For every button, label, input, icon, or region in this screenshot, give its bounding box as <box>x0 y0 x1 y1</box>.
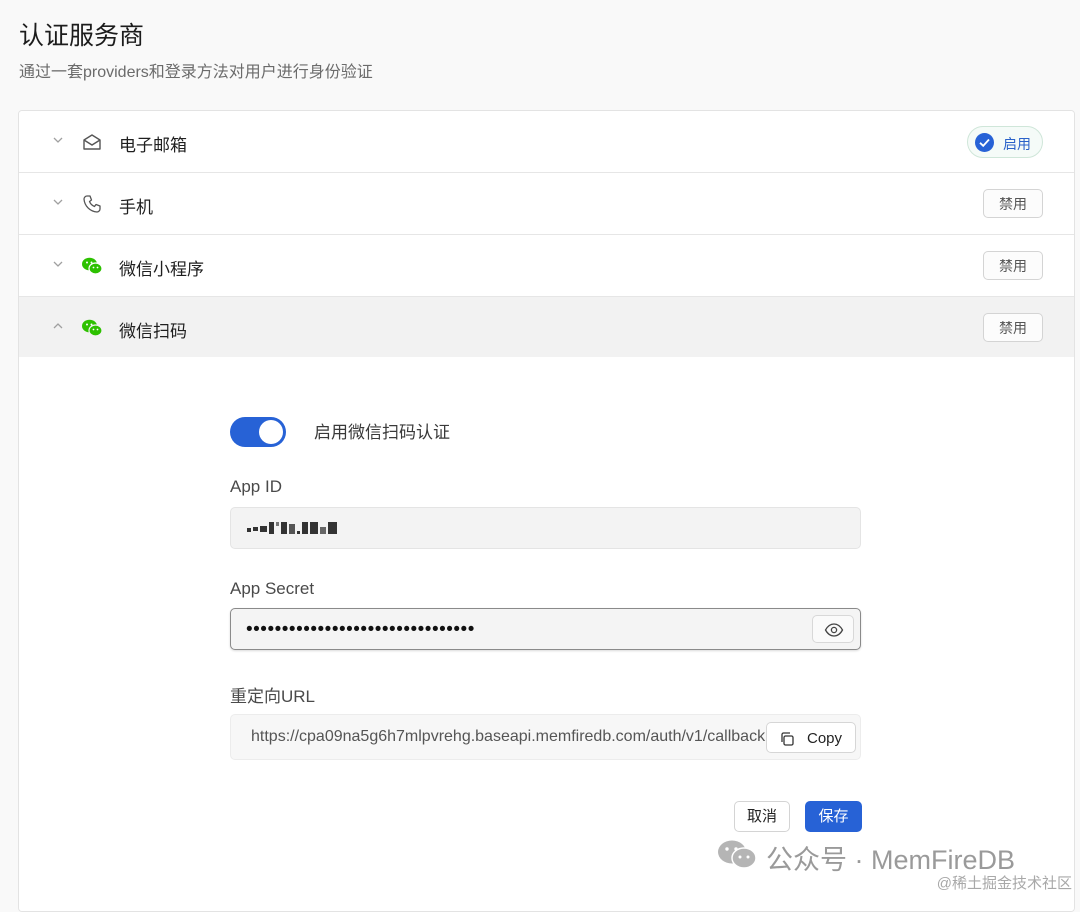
app-id-input[interactable] <box>230 507 861 549</box>
chevron-up-icon <box>53 323 63 329</box>
page-title: 认证服务商 <box>19 22 145 50</box>
toggle-knob <box>259 420 283 444</box>
cancel-button[interactable]: 取消 <box>734 801 790 832</box>
provider-row-wechat-miniprogram[interactable]: 微信小程序 禁用 <box>19 235 1074 297</box>
provider-label: 电子邮箱 <box>119 136 187 155</box>
chevron-down-icon <box>53 137 63 143</box>
provider-label: 微信扫码 <box>119 322 187 341</box>
watermark-sub: @稀土掘金技术社区 <box>936 875 1072 892</box>
redirect-url-label: 重定向URL <box>230 687 316 706</box>
app-secret-input[interactable]: •••••••••••••••••••••••••••••••• <box>230 608 861 650</box>
provider-label: 微信小程序 <box>119 260 204 279</box>
copy-button-label: Copy <box>807 730 843 747</box>
app-secret-label: App Secret <box>230 579 315 598</box>
provider-label: 手机 <box>119 198 153 217</box>
chevron-down-icon <box>53 199 63 205</box>
app-secret-value: •••••••••••••••••••••••••••••••• <box>246 619 475 640</box>
toggle-label: 启用微信扫码认证 <box>314 423 450 442</box>
providers-panel: 电子邮箱 启用 手机 禁用 微信小程序 禁用 微信扫码 禁用 启用微信扫码认证 … <box>18 110 1075 912</box>
wechat-icon <box>82 257 103 275</box>
wechat-icon <box>82 319 103 337</box>
wechat-watermark-icon <box>718 840 757 869</box>
provider-row-email[interactable]: 电子邮箱 启用 <box>19 111 1074 173</box>
status-badge-disabled: 禁用 <box>983 189 1043 218</box>
check-circle-icon <box>975 133 994 152</box>
phone-icon <box>83 195 101 213</box>
wechat-scan-settings: 启用微信扫码认证 App ID App Secret •••••••••••••… <box>19 357 1074 911</box>
redirect-url-value: https://cpa09na5g6h7mlpvrehg.baseapi.mem… <box>251 728 766 745</box>
status-badge-label: 启用 <box>1003 136 1031 152</box>
app-id-redacted-value <box>247 522 337 536</box>
copy-icon <box>781 732 794 746</box>
chevron-down-icon <box>53 261 63 267</box>
redirect-url-field[interactable]: https://cpa09na5g6h7mlpvrehg.baseapi.mem… <box>230 714 861 760</box>
provider-row-wechat-scan[interactable]: 微信扫码 禁用 <box>19 297 1074 359</box>
save-button[interactable]: 保存 <box>805 801 862 832</box>
status-badge-disabled: 禁用 <box>983 251 1043 280</box>
provider-row-phone[interactable]: 手机 禁用 <box>19 173 1074 235</box>
enable-wechat-scan-toggle[interactable] <box>230 417 286 447</box>
app-id-label: App ID <box>230 477 282 496</box>
page-subtitle: 通过一套providers和登录方法对用户进行身份验证 <box>19 64 373 81</box>
eye-icon <box>824 623 844 637</box>
toggle-visibility-button[interactable] <box>812 615 854 643</box>
copy-button[interactable]: Copy <box>766 722 856 753</box>
status-badge-enabled: 启用 <box>967 126 1043 158</box>
status-badge-disabled: 禁用 <box>983 313 1043 342</box>
mail-icon <box>83 134 101 150</box>
